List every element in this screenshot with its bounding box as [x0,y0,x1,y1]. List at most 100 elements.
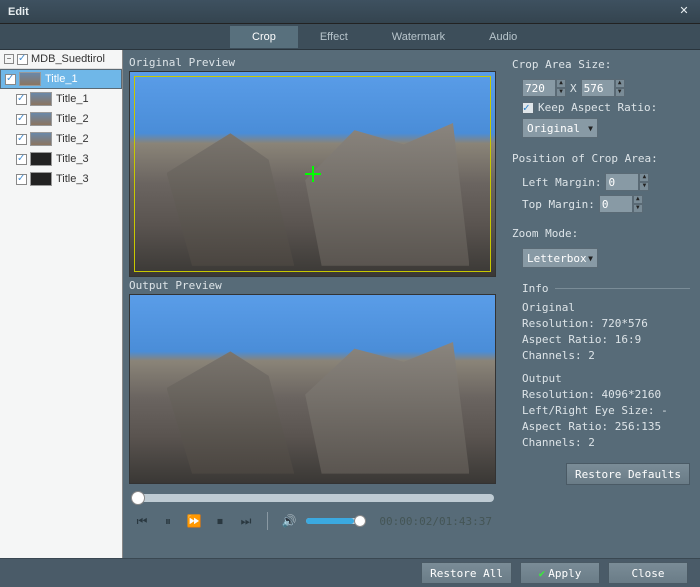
close-button[interactable]: Close [608,562,688,584]
keep-aspect-label: Keep Aspect Ratio: [538,101,657,114]
step-down-icon[interactable]: ▼ [556,88,566,97]
tree-item[interactable]: Title_3 [0,169,122,189]
divider [555,288,691,289]
step-down-icon[interactable]: ▼ [633,204,643,213]
tab-bar: Crop Effect Watermark Audio [0,24,700,50]
top-margin-input[interactable] [599,195,633,213]
output-preview-label: Output Preview [129,279,496,292]
step-down-icon[interactable]: ▼ [639,182,649,191]
info-text: Aspect Ratio: 256:135 [522,420,690,433]
crop-width-stepper[interactable]: ▲▼ [522,79,566,97]
chevron-down-icon: ▼ [588,124,593,133]
tab-watermark[interactable]: Watermark [370,26,467,48]
step-up-icon[interactable]: ▲ [633,195,643,204]
info-text: Channels: 2 [522,349,690,362]
left-margin-stepper[interactable]: ▲▼ [605,173,649,191]
preview-image [130,295,495,483]
left-margin-input[interactable] [605,173,639,191]
close-icon[interactable]: ✕ [676,4,692,20]
checkbox[interactable] [16,134,27,145]
tree-item-label: Title_3 [56,173,89,185]
output-preview [129,294,496,484]
tab-effect[interactable]: Effect [298,26,370,48]
step-up-icon[interactable]: ▲ [615,79,625,88]
tree-item-label: Title_2 [56,133,89,145]
next-icon[interactable]: ⏭ [237,512,255,530]
info-heading: Info [522,282,549,295]
thumbnail [30,112,52,126]
collapse-icon[interactable]: − [4,54,14,64]
title-tree: − MDB_Suedtirol Title_1 Title_1 Title_2 … [0,50,123,558]
window-title: Edit [8,6,676,18]
zoom-mode-value: Letterbox [527,252,588,265]
info-text: Aspect Ratio: 16:9 [522,333,690,346]
apply-label: Apply [548,567,581,580]
keep-aspect-checkbox[interactable] [522,102,534,114]
info-text: Resolution: 4096*2160 [522,388,690,401]
check-icon: ✔ [539,567,546,580]
crop-center-icon[interactable] [305,166,321,182]
tab-audio[interactable]: Audio [467,26,539,48]
info-text: Channels: 2 [522,436,690,449]
step-down-icon[interactable]: ▼ [615,88,625,97]
transport-bar: ⏮ ⏸ ⏩ ⏹ ⏭ 🔊 00:00:02/01:43:37 [129,484,496,536]
checkbox[interactable] [17,54,28,65]
volume-icon[interactable]: 🔊 [280,512,298,530]
top-margin-stepper[interactable]: ▲▼ [599,195,643,213]
x-label: X [570,82,577,95]
thumbnail [30,132,52,146]
pause-icon[interactable]: ⏸ [159,512,177,530]
playback-time: 00:00:02/01:43:37 [379,515,492,528]
tree-item[interactable]: Title_3 [0,149,122,169]
tree-item-label: Title_1 [56,93,89,105]
apply-button[interactable]: ✔Apply [520,562,600,584]
tree-root-label: MDB_Suedtirol [31,53,105,65]
thumbnail [30,92,52,106]
titlebar: Edit ✕ [0,0,700,24]
checkbox[interactable] [16,154,27,165]
info-output-heading: Output [522,372,690,385]
tree-item[interactable]: Title_2 [0,109,122,129]
step-up-icon[interactable]: ▲ [639,173,649,182]
chevron-down-icon: ▼ [588,254,593,263]
original-preview[interactable] [129,71,496,277]
tree-root[interactable]: − MDB_Suedtirol [0,50,122,69]
stop-icon[interactable]: ⏹ [211,512,229,530]
tab-crop[interactable]: Crop [230,26,298,48]
tree-item[interactable]: Title_1 [0,69,122,89]
top-margin-label: Top Margin: [522,198,595,211]
crop-height-stepper[interactable]: ▲▼ [581,79,625,97]
volume-slider[interactable] [306,518,366,524]
original-preview-label: Original Preview [129,56,496,69]
info-original-heading: Original [522,301,690,314]
left-margin-label: Left Margin: [522,176,601,189]
thumbnail [30,172,52,186]
separator [267,512,268,530]
zoom-mode-select[interactable]: Letterbox ▼ [522,248,598,268]
fastforward-icon[interactable]: ⏩ [185,512,203,530]
thumbnail [30,152,52,166]
seek-slider[interactable] [131,494,494,502]
aspect-ratio-value: Original [527,122,588,135]
tree-item-label: Title_2 [56,113,89,125]
info-text: Resolution: 720*576 [522,317,690,330]
restore-defaults-button[interactable]: Restore Defaults [566,463,690,485]
aspect-ratio-select[interactable]: Original ▼ [522,118,598,138]
crop-position-label: Position of Crop Area: [512,152,690,165]
checkbox[interactable] [16,114,27,125]
checkbox[interactable] [16,174,27,185]
tree-item-label: Title_1 [45,73,78,85]
tree-item[interactable]: Title_2 [0,129,122,149]
crop-size-label: Crop Area Size: [512,58,690,71]
tree-item[interactable]: Title_1 [0,89,122,109]
thumbnail [19,72,41,86]
checkbox[interactable] [16,94,27,105]
settings-panel: Crop Area Size: ▲▼ X ▲▼ Keep Aspect Rati… [502,50,700,558]
restore-all-button[interactable]: Restore All [421,562,512,584]
crop-width-input[interactable] [522,79,556,97]
prev-icon[interactable]: ⏮ [133,512,151,530]
step-up-icon[interactable]: ▲ [556,79,566,88]
checkbox[interactable] [5,74,16,85]
crop-height-input[interactable] [581,79,615,97]
info-text: Left/Right Eye Size: - [522,404,690,417]
